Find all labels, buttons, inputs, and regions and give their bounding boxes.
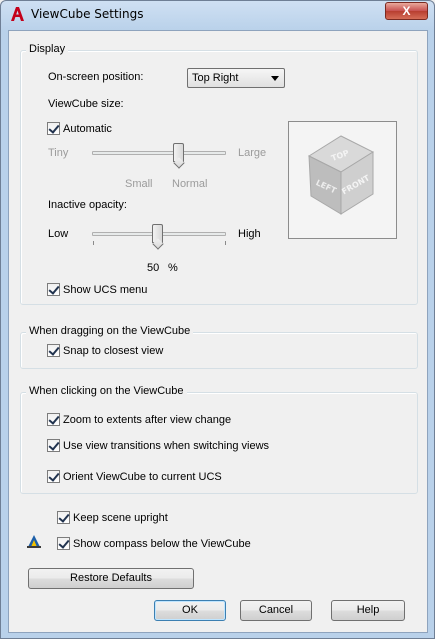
display-group: Display On-screen position: Top Right Vi…	[20, 43, 418, 305]
size-slider-thumb[interactable]	[173, 143, 184, 162]
help-button[interactable]: Help	[331, 600, 405, 621]
compass-icon	[27, 535, 41, 548]
opacity-min-label: Low	[48, 228, 69, 240]
dragging-group: When dragging on the ViewCube Snap to cl…	[20, 325, 418, 369]
window-title: ViewCube Settings	[31, 7, 144, 21]
transitions-label: Use view transitions when switching view…	[63, 440, 270, 452]
opacity-value: 50	[147, 262, 160, 274]
position-select-value: Top Right	[192, 72, 239, 84]
orient-label: Orient ViewCube to current UCS	[63, 471, 222, 483]
zoom-checkbox[interactable]	[47, 413, 60, 426]
autocad-logo-icon	[11, 7, 24, 21]
cancel-button[interactable]: Cancel	[240, 600, 312, 621]
viewcube-preview: TOP LEFT FRONT	[288, 121, 397, 239]
dialog-window: ViewCube Settings X Display On-screen po…	[0, 0, 435, 639]
position-label: On-screen position:	[48, 71, 144, 83]
show-compass-label: Show compass below the ViewCube	[73, 538, 251, 550]
opacity-unit: %	[168, 262, 178, 274]
zoom-label: Zoom to extents after view change	[63, 414, 232, 426]
title-bar[interactable]: ViewCube Settings X	[1, 1, 434, 29]
automatic-label: Automatic	[63, 123, 112, 135]
transitions-checkbox[interactable]	[47, 439, 60, 452]
position-select[interactable]: Top Right	[187, 68, 285, 88]
ok-button[interactable]: OK	[154, 600, 226, 621]
size-small-label: Small	[125, 178, 153, 190]
show-compass-checkbox[interactable]	[57, 537, 70, 550]
clicking-group: When clicking on the ViewCube Zoom to ex…	[20, 385, 418, 494]
close-button[interactable]: X	[385, 2, 428, 20]
show-ucs-label: Show UCS menu	[63, 284, 148, 296]
opacity-slider-thumb[interactable]	[152, 224, 163, 243]
dialog-body: Display On-screen position: Top Right Vi…	[8, 30, 428, 633]
size-label: ViewCube size:	[48, 98, 124, 110]
restore-defaults-button[interactable]: Restore Defaults	[28, 568, 194, 589]
size-max-label: Large	[238, 147, 267, 159]
size-normal-label: Normal	[172, 178, 208, 190]
clicking-group-label: When clicking on the ViewCube	[26, 385, 187, 397]
orient-checkbox[interactable]	[47, 470, 60, 483]
viewcube-icon: TOP LEFT FRONT	[307, 135, 375, 215]
snap-checkbox[interactable]	[47, 344, 60, 357]
display-group-label: Display	[26, 43, 69, 55]
keep-upright-checkbox[interactable]	[57, 511, 70, 524]
size-min-label: Tiny	[48, 147, 69, 159]
size-slider-track	[92, 151, 226, 155]
keep-upright-label: Keep scene upright	[73, 512, 168, 524]
show-ucs-checkbox[interactable]	[47, 283, 60, 296]
dragging-group-label: When dragging on the ViewCube	[26, 325, 194, 337]
opacity-tick	[225, 241, 226, 245]
automatic-checkbox[interactable]	[47, 122, 60, 135]
opacity-max-label: High	[238, 228, 261, 240]
opacity-tick	[93, 241, 94, 245]
snap-label: Snap to closest view	[63, 345, 164, 357]
opacity-label: Inactive opacity:	[48, 199, 127, 211]
chevron-down-icon	[271, 76, 279, 81]
